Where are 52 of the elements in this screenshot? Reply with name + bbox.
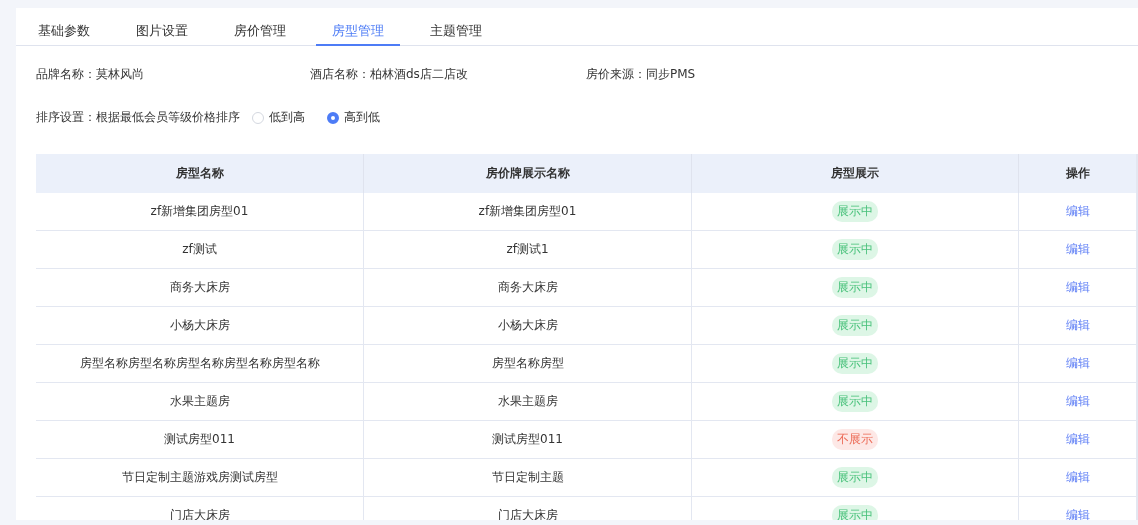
sort-label: 排序设置：根据最低会员等级价格排序: [36, 109, 240, 126]
status-tag: 展示中: [832, 391, 878, 412]
edit-link[interactable]: 编辑: [1065, 355, 1090, 372]
column-header: 房型展示: [691, 154, 1018, 193]
info-text: 品牌名称：莫林风尚: [36, 66, 145, 83]
edit-link[interactable]: 编辑: [1065, 469, 1090, 486]
column-header: 房型名称: [36, 154, 363, 193]
edit-link[interactable]: 编辑: [1065, 431, 1090, 448]
status-tag: 展示中: [832, 505, 878, 520]
edit-link[interactable]: 编辑: [1065, 507, 1090, 520]
table-cell: 小杨大床房: [169, 317, 230, 334]
status-tag: 展示中: [832, 315, 878, 336]
table-cell: 测试房型011: [164, 431, 235, 448]
edit-link[interactable]: 编辑: [1065, 279, 1090, 296]
status-tag: 展示中: [832, 239, 878, 260]
table-cell: zf测试: [182, 241, 217, 258]
table-cell: 房型名称房型名称房型名称房型名称房型名称: [79, 355, 320, 372]
edit-link[interactable]: 编辑: [1065, 317, 1090, 334]
info-text: 酒店名称：柏林酒ds店二店改: [310, 66, 469, 83]
tab[interactable]: 房价管理: [218, 22, 302, 46]
column-header: 房价牌展示名称: [363, 154, 691, 193]
table-cell: 商务大床房: [169, 279, 230, 296]
radio-icon[interactable]: [327, 111, 339, 124]
radio-option[interactable]: 低到高: [252, 109, 305, 126]
tab[interactable]: 图片设置: [120, 22, 204, 46]
edit-link[interactable]: 编辑: [1065, 203, 1090, 220]
status-tag: 展示中: [832, 353, 878, 374]
tab[interactable]: 房型管理: [316, 22, 400, 46]
table-cell: 门店大床房: [169, 507, 230, 520]
status-tag: 不展示: [832, 429, 878, 450]
table-cell: 门店大床房: [497, 507, 558, 520]
table-cell: 节日定制主题游戏房测试房型: [121, 469, 278, 486]
table-cell: zf新增集团房型01: [150, 203, 249, 220]
tab[interactable]: 基础参数: [22, 22, 106, 46]
table-cell: 水果主题房: [497, 393, 558, 410]
column-header: 操作: [1018, 154, 1136, 193]
table-cell: 节日定制主题: [491, 469, 564, 486]
info-text: 房价来源：同步PMS: [586, 66, 697, 83]
tab[interactable]: 主题管理: [414, 22, 498, 46]
table-cell: 商务大床房: [497, 279, 558, 296]
radio-option[interactable]: 高到低: [327, 109, 380, 126]
table-cell: 房型名称房型: [491, 355, 564, 372]
table-cell: 水果主题房: [169, 393, 230, 410]
status-tag: 展示中: [832, 277, 878, 298]
table-cell: zf测试1: [506, 241, 549, 258]
edit-link[interactable]: 编辑: [1065, 393, 1090, 410]
status-tag: 展示中: [832, 467, 878, 488]
table-cell: 小杨大床房: [497, 317, 558, 334]
table-cell: zf新增集团房型01: [478, 203, 577, 220]
edit-link[interactable]: 编辑: [1065, 241, 1090, 258]
table-cell: 测试房型011: [492, 431, 563, 448]
status-tag: 展示中: [832, 201, 878, 222]
